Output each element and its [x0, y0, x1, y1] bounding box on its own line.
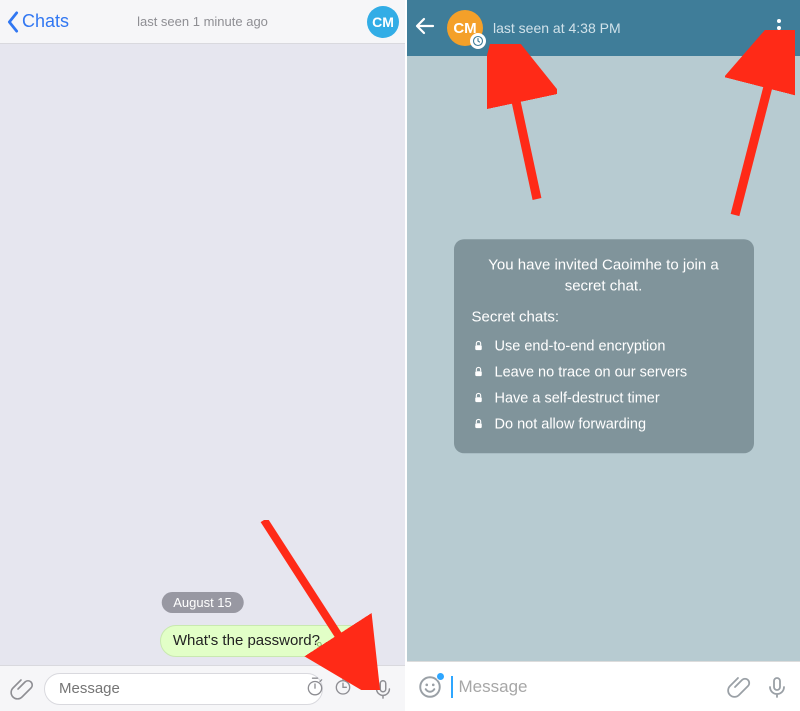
- back-label: Chats: [22, 11, 69, 32]
- ios-header: Chats last seen 1 minute ago CM: [0, 0, 405, 44]
- secret-feature-item: Have a self-destruct timer: [472, 385, 736, 411]
- double-check-icon: [342, 642, 356, 652]
- outgoing-message[interactable]: What's the password? 9 PM: [160, 625, 365, 657]
- message-meta: 9 PM: [317, 641, 356, 652]
- overflow-menu-button[interactable]: [764, 19, 794, 37]
- feature-text: Have a self-destruct timer: [495, 390, 660, 406]
- mic-button[interactable]: [367, 673, 399, 705]
- input-wrap: [44, 673, 361, 705]
- mic-icon: [765, 675, 789, 699]
- chat-status: last seen at 4:38 PM: [493, 20, 754, 36]
- android-chat-panel: CM last seen at 4:38 PM You have invited…: [407, 0, 800, 711]
- message-input[interactable]: [455, 677, 719, 697]
- timer-button[interactable]: [333, 676, 353, 701]
- attach-button[interactable]: [6, 673, 38, 705]
- stopwatch-button[interactable]: [305, 676, 325, 701]
- message-time: 9 PM: [317, 641, 340, 652]
- secret-feature-item: Do not allow forwarding: [472, 411, 736, 437]
- message-text: What's the password?: [173, 632, 320, 649]
- secret-feature-item: Leave no trace on our servers: [472, 359, 736, 385]
- input-area[interactable]: [451, 676, 718, 698]
- secret-chat-info: You have invited Caoimhe to join a secre…: [454, 240, 754, 454]
- secret-feature-item: Use end-to-end encryption: [472, 333, 736, 359]
- chat-area[interactable]: You have invited Caoimhe to join a secre…: [407, 56, 800, 661]
- lock-icon: [472, 392, 485, 405]
- chevron-left-icon: [6, 11, 20, 33]
- more-vert-icon: [777, 19, 781, 37]
- arrow-left-icon: [413, 14, 437, 38]
- feature-text: Leave no trace on our servers: [495, 364, 688, 380]
- back-button[interactable]: [413, 14, 437, 43]
- paperclip-icon: [10, 677, 34, 701]
- android-header: CM last seen at 4:38 PM: [407, 0, 800, 56]
- text-cursor: [451, 676, 453, 698]
- chat-area[interactable]: August 15 What's the password? 9 PM: [0, 44, 405, 665]
- secret-lead: You have invited Caoimhe to join a secre…: [472, 256, 736, 297]
- emoji-button[interactable]: [413, 670, 447, 704]
- paperclip-icon: [727, 675, 751, 699]
- notification-dot: [436, 672, 445, 681]
- feature-text: Do not allow forwarding: [495, 416, 647, 432]
- lock-icon: [472, 418, 485, 431]
- mic-button[interactable]: [760, 670, 794, 704]
- secret-feature-list: Use end-to-end encryption Leave no trace…: [472, 333, 736, 437]
- back-button[interactable]: Chats: [6, 11, 69, 33]
- date-separator: August 15: [161, 592, 244, 613]
- android-inputbar: [407, 661, 800, 711]
- ios-inputbar: [0, 665, 405, 711]
- clock-icon: [472, 35, 484, 47]
- timer-icon: [333, 676, 353, 696]
- mic-icon: [372, 678, 394, 700]
- secret-heading: Secret chats:: [472, 308, 736, 325]
- lock-icon: [472, 340, 485, 353]
- avatar-wrap[interactable]: CM: [447, 10, 483, 46]
- avatar[interactable]: CM: [367, 6, 399, 38]
- ios-chat-panel: Chats last seen 1 minute ago CM August 1…: [0, 0, 407, 711]
- attach-button[interactable]: [722, 670, 756, 704]
- header-title-area[interactable]: last seen at 4:38 PM: [493, 20, 754, 36]
- message-input[interactable]: [44, 673, 323, 705]
- self-destruct-badge: [470, 33, 486, 49]
- feature-text: Use end-to-end encryption: [495, 338, 666, 354]
- stopwatch-icon: [305, 676, 325, 696]
- lock-icon: [472, 366, 485, 379]
